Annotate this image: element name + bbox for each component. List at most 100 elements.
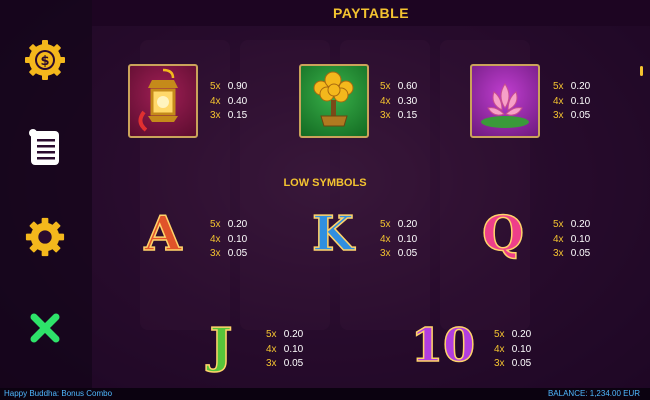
symbol-10-paytable: 5x 0.20 4x 0.10 3x 0.05 xyxy=(494,328,531,372)
pay-row: 3x 0.05 xyxy=(380,247,417,262)
payout: 0.05 xyxy=(511,358,532,369)
pay-row: 3x 0.15 xyxy=(210,109,247,124)
pay-row: 5x 0.20 xyxy=(380,218,417,233)
pay-row: 4x 0.10 xyxy=(210,233,247,248)
payout: 0.20 xyxy=(227,219,248,230)
pay-row: 4x 0.10 xyxy=(266,343,303,358)
pay-row: 5x 0.20 xyxy=(266,328,303,343)
payout: 0.10 xyxy=(397,233,418,245)
payout: 0.20 xyxy=(570,81,591,92)
multiplier: 4x xyxy=(266,343,277,355)
multiplier: 3x xyxy=(266,358,277,369)
multiplier: 3x xyxy=(210,248,221,259)
pay-row: 5x 0.60 xyxy=(380,80,417,95)
multiplier: 4x xyxy=(210,233,221,245)
payout: 0.05 xyxy=(283,358,304,369)
payout: 0.10 xyxy=(570,95,591,107)
lotus-symbol-tile xyxy=(470,64,540,138)
settings-button[interactable] xyxy=(22,214,68,260)
payout: 0.10 xyxy=(511,343,532,355)
lantern-paytable: 5x 0.90 4x 0.40 3x 0.15 xyxy=(210,80,247,124)
multiplier: 5x xyxy=(380,81,391,92)
paytable-button[interactable] xyxy=(22,125,68,171)
multiplier: 5x xyxy=(380,219,391,230)
pay-row: 4x 0.10 xyxy=(494,343,531,358)
symbol-k: K xyxy=(311,205,354,263)
multiplier: 3x xyxy=(210,110,221,121)
payout: 0.05 xyxy=(570,110,591,121)
payout: 0.15 xyxy=(227,110,248,121)
multiplier: 4x xyxy=(553,95,564,107)
bet-settings-button[interactable]: $ xyxy=(22,37,68,83)
multiplier: 5x xyxy=(266,329,277,340)
symbol-10: 10 xyxy=(410,317,476,373)
payout: 0.15 xyxy=(397,110,418,121)
symbol-a: A xyxy=(144,205,183,263)
pay-row: 4x 0.40 xyxy=(210,95,247,110)
low-symbols-heading: LOW SYMBOLS xyxy=(283,177,367,189)
status-bar: Happy Buddha: Bonus Combo BALANCE: 1,234… xyxy=(0,388,650,400)
pay-row: 3x 0.05 xyxy=(553,109,590,124)
multiplier: 5x xyxy=(553,219,564,230)
settings-gear-icon xyxy=(25,217,65,257)
symbol-k-paytable: 5x 0.20 4x 0.10 3x 0.05 xyxy=(380,218,417,262)
pay-row: 3x 0.05 xyxy=(210,247,247,262)
symbol-q-paytable: 5x 0.20 4x 0.10 3x 0.05 xyxy=(553,218,590,262)
pay-row: 4x 0.30 xyxy=(380,95,417,110)
multiplier: 4x xyxy=(494,343,505,355)
pay-row: 4x 0.10 xyxy=(553,95,590,110)
multiplier: 3x xyxy=(494,358,505,369)
pay-row: 3x 0.05 xyxy=(266,357,303,372)
svg-text:$: $ xyxy=(40,54,49,69)
game-name: Happy Buddha: Bonus Combo xyxy=(4,389,113,398)
pay-row: 3x 0.05 xyxy=(494,357,531,372)
pay-row: 4x 0.10 xyxy=(380,233,417,248)
payout: 0.90 xyxy=(227,81,248,92)
pay-row: 5x 0.90 xyxy=(210,80,247,95)
pay-row: 3x 0.15 xyxy=(380,109,417,124)
payout: 0.10 xyxy=(570,233,591,245)
symbol-j-paytable: 5x 0.20 4x 0.10 3x 0.05 xyxy=(266,328,303,372)
scroll-indicator[interactable] xyxy=(640,66,643,76)
paytable-scroll-icon xyxy=(29,129,59,165)
payout: 0.20 xyxy=(283,329,304,340)
pay-row: 5x 0.20 xyxy=(210,218,247,233)
payout: 0.20 xyxy=(397,219,418,230)
payout: 0.30 xyxy=(397,95,418,107)
multiplier: 4x xyxy=(553,233,564,245)
symbol-a-paytable: 5x 0.20 4x 0.10 3x 0.05 xyxy=(210,218,247,262)
page-title: PAYTABLE xyxy=(332,5,410,21)
payout: 0.05 xyxy=(227,248,248,259)
coin-dollar-icon: $ xyxy=(25,40,65,80)
balance-display: BALANCE: 1,234.00 EUR xyxy=(547,389,640,398)
multiplier: 4x xyxy=(380,95,391,107)
multiplier: 3x xyxy=(380,110,391,121)
pay-row: 4x 0.10 xyxy=(553,233,590,248)
multiplier: 4x xyxy=(210,95,221,107)
payout: 0.05 xyxy=(570,248,591,259)
symbol-j: J xyxy=(209,317,233,375)
multiplier: 5x xyxy=(210,219,221,230)
pay-row: 5x 0.20 xyxy=(553,80,590,95)
payout: 0.20 xyxy=(570,219,591,230)
dim-overlay xyxy=(0,0,650,400)
multiplier: 3x xyxy=(553,248,564,259)
payout: 0.10 xyxy=(283,343,304,355)
multiplier: 5x xyxy=(553,81,564,92)
multiplier: 5x xyxy=(210,81,221,92)
sidebar: $ xyxy=(0,0,92,388)
payout: 0.40 xyxy=(227,95,248,107)
money-tree-symbol-tile xyxy=(299,64,369,138)
multiplier: 5x xyxy=(494,329,505,340)
lantern-symbol-tile xyxy=(128,64,198,138)
payout: 0.20 xyxy=(511,329,532,340)
multiplier: 3x xyxy=(553,110,564,121)
money-tree-paytable: 5x 0.60 4x 0.30 3x 0.15 xyxy=(380,80,417,124)
lotus-icon xyxy=(481,83,529,128)
close-paytable-button[interactable] xyxy=(22,305,68,351)
payout: 0.10 xyxy=(227,233,248,245)
pay-row: 5x 0.20 xyxy=(494,328,531,343)
close-x-icon xyxy=(30,313,60,343)
lotus-paytable: 5x 0.20 4x 0.10 3x 0.05 xyxy=(553,80,590,124)
pay-row: 3x 0.05 xyxy=(553,247,590,262)
